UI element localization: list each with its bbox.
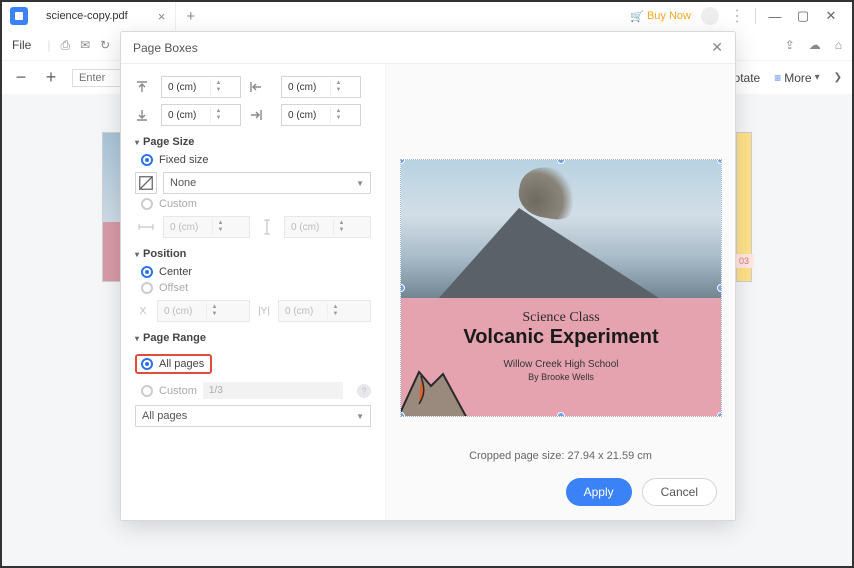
menu-file[interactable]: File — [12, 38, 31, 52]
margin-bottom-input[interactable]: ▲▼ — [161, 104, 241, 126]
radio-icon — [141, 282, 153, 294]
margin-top-input[interactable]: ▲▼ — [161, 76, 241, 98]
radio-icon — [141, 154, 153, 166]
upload-icon[interactable]: ⇪ — [785, 38, 795, 52]
orientation-icon[interactable] — [135, 172, 157, 194]
cart-icon: 🛒 — [630, 10, 644, 23]
position-heading[interactable]: Position — [135, 248, 371, 260]
user-avatar[interactable] — [701, 7, 719, 25]
window-titlebar: science-copy.pdf × + 🛒 Buy Now ⋮ — ▢ ✕ — [2, 2, 852, 30]
apply-button[interactable]: Apply — [566, 478, 632, 506]
mail-icon[interactable]: ✉ — [80, 38, 90, 52]
crop-handle[interactable] — [717, 159, 722, 164]
volcano-illustration — [400, 344, 471, 417]
offset-x-input: ▲▼ — [157, 300, 250, 322]
dialog-header: Page Boxes ✕ — [121, 32, 735, 64]
cancel-button[interactable]: Cancel — [642, 478, 717, 506]
chevron-right-icon[interactable]: ❯ — [834, 72, 842, 83]
preview-cover: Science Class Volcanic Experiment Willow… — [401, 298, 721, 416]
tab-filename: science-copy.pdf — [46, 10, 128, 22]
width-icon — [135, 216, 157, 238]
page-range-heading[interactable]: Page Range — [135, 332, 371, 344]
preview-subtitle: Science Class — [401, 310, 721, 326]
margin-right-icon — [249, 108, 263, 122]
page-size-heading[interactable]: Page Size — [135, 136, 371, 148]
crop-handle[interactable] — [557, 412, 565, 417]
help-icon[interactable]: ? — [357, 384, 371, 398]
radio-icon — [141, 358, 153, 370]
radio-icon — [141, 198, 153, 210]
crop-handle[interactable] — [717, 412, 722, 417]
crop-handle[interactable] — [717, 284, 722, 292]
margin-top-icon — [135, 80, 149, 94]
offset-y-input: ▲▼ — [278, 300, 371, 322]
x-label: X — [135, 306, 151, 317]
print-icon[interactable]: ⎙ — [60, 38, 70, 53]
all-pages-radio[interactable]: All pages — [135, 354, 212, 374]
crop-handle[interactable] — [400, 412, 405, 417]
page-size-preset-select[interactable]: None ▼ — [163, 172, 371, 194]
margin-left-input[interactable]: ▲▼ — [281, 76, 361, 98]
offset-radio[interactable]: Offset — [141, 282, 371, 294]
custom-range-radio[interactable] — [141, 385, 153, 397]
page-number-badge: 03 — [734, 254, 754, 268]
app-icon — [10, 7, 28, 25]
crop-preview[interactable]: Science Class Volcanic Experiment Willow… — [400, 159, 722, 417]
preview-photo — [401, 160, 721, 298]
document-tab[interactable]: science-copy.pdf × — [36, 2, 176, 30]
tab-close-icon[interactable]: × — [158, 9, 166, 24]
y-label: |Y| — [256, 306, 272, 317]
page-range-select[interactable]: All pages ▼ — [135, 405, 371, 427]
chevron-down-icon: ▼ — [356, 179, 364, 188]
cloud-icon[interactable]: ☁ — [809, 38, 821, 52]
chevron-down-icon: ▼ — [356, 412, 364, 421]
margin-left-icon — [249, 80, 263, 94]
dialog-options-panel: ▲▼ ▲▼ ▲▼ ▲▼ Page Size Fixed size None ▼ — [121, 64, 386, 520]
more-menu[interactable]: ≡ More ▾ — [774, 71, 819, 85]
dialog-close-icon[interactable]: ✕ — [711, 39, 723, 56]
user-menu-icon[interactable]: ⋮ — [729, 6, 745, 26]
custom-width-input: ▲▼ — [163, 216, 250, 238]
cropped-size-text: Cropped page size: 27.94 x 21.59 cm — [386, 450, 735, 462]
height-icon — [256, 216, 278, 238]
home-icon[interactable]: ⌂ — [835, 38, 842, 52]
window-maximize-icon[interactable]: ▢ — [794, 8, 812, 24]
zoom-out-icon[interactable]: − — [12, 67, 30, 88]
page-boxes-dialog: Page Boxes ✕ ▲▼ ▲▼ ▲▼ ▲▼ Page Size Fixed… — [120, 31, 736, 521]
center-radio[interactable]: Center — [141, 266, 371, 278]
new-tab-button[interactable]: + — [186, 8, 195, 25]
radio-icon — [141, 266, 153, 278]
margin-right-input[interactable]: ▲▼ — [281, 104, 361, 126]
fixed-size-radio[interactable]: Fixed size — [141, 154, 371, 166]
custom-height-input: ▲▼ — [284, 216, 371, 238]
buy-now-link[interactable]: 🛒 Buy Now — [630, 10, 691, 23]
window-minimize-icon[interactable]: — — [766, 9, 784, 24]
dialog-preview-panel: Science Class Volcanic Experiment Willow… — [386, 64, 735, 520]
margin-bottom-icon — [135, 108, 149, 122]
divider — [755, 8, 756, 24]
window-close-icon[interactable]: ✕ — [822, 8, 840, 24]
zoom-in-icon[interactable]: + — [42, 67, 60, 88]
custom-range-input — [203, 382, 343, 399]
refresh-icon[interactable]: ↻ — [100, 38, 110, 52]
custom-range-label: Custom — [159, 385, 197, 397]
custom-size-radio[interactable]: Custom — [141, 198, 371, 210]
dialog-title: Page Boxes — [133, 41, 198, 55]
margins-grid: ▲▼ ▲▼ ▲▼ ▲▼ — [135, 76, 371, 126]
